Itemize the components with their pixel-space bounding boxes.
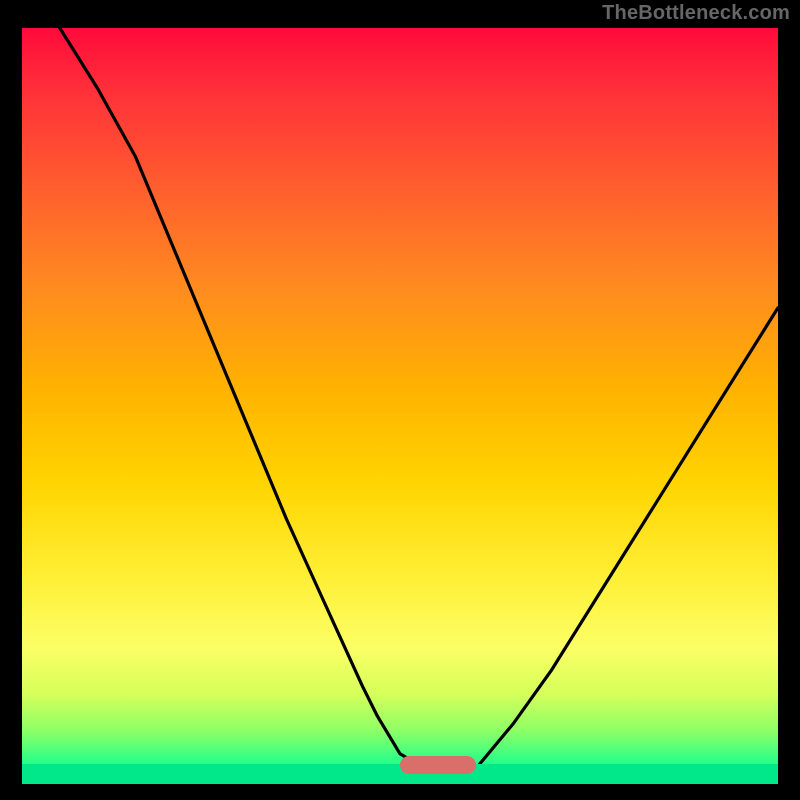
- chart-frame: TheBottleneck.com: [0, 0, 800, 800]
- plot-area: [22, 28, 778, 784]
- optimal-range-marker: [400, 756, 476, 774]
- bottleneck-curve: [22, 28, 778, 784]
- watermark-text: TheBottleneck.com: [602, 2, 790, 25]
